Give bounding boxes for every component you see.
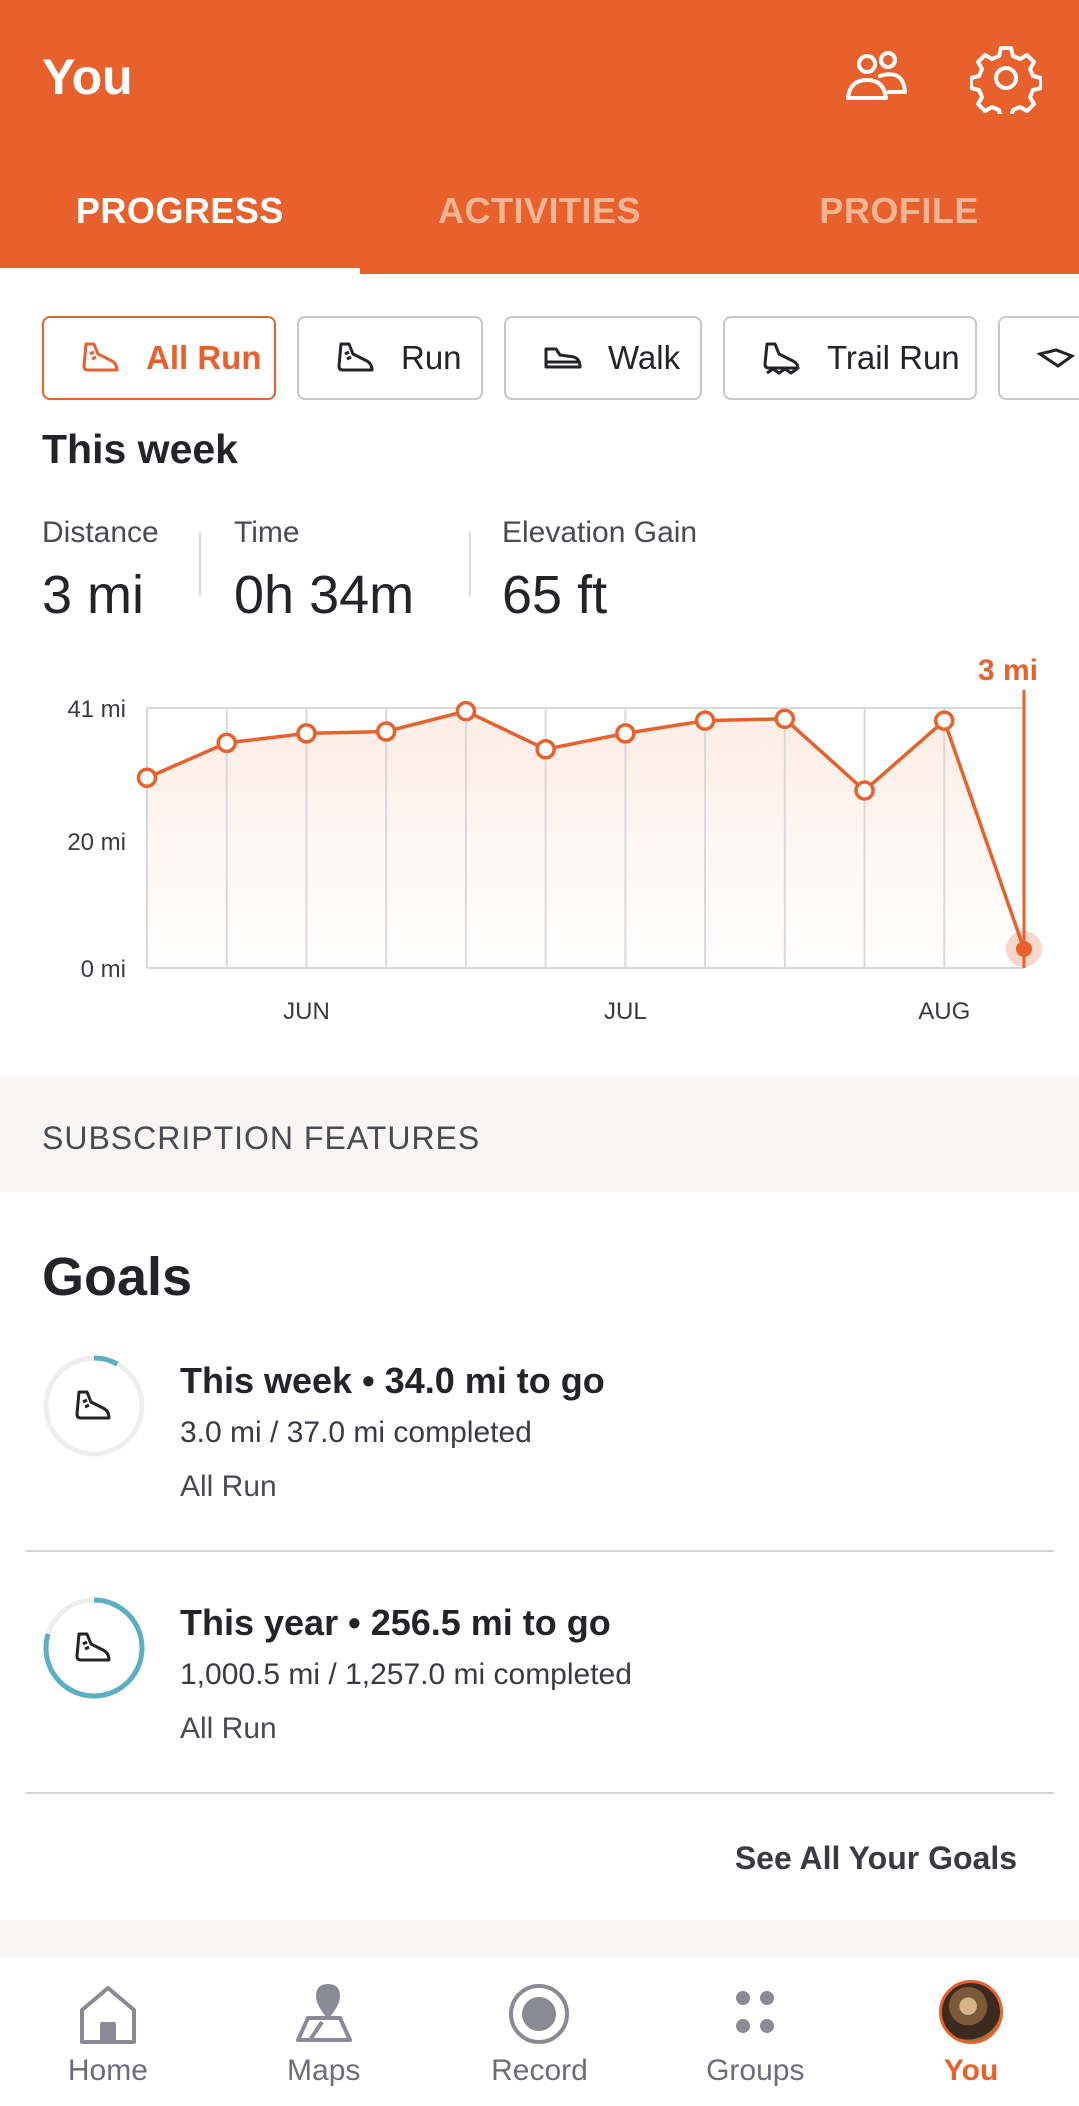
bottom-navigation: Home Maps Record Groups You (0, 1958, 1079, 2106)
nav-label: Record (491, 2054, 588, 2087)
chart-point (615, 723, 636, 744)
chip-label: Trail Run (827, 339, 960, 376)
see-all-goals-link[interactable]: See All Your Goals (735, 1840, 1017, 1877)
goal-headline: This week • 34.0 mi to go (180, 1360, 605, 1401)
chart-y-tick-label: 41 mi (67, 696, 126, 723)
avatar (939, 1980, 1004, 2044)
stat-value: 3 mi (42, 565, 145, 625)
goal-weekly[interactable]: This week • 34.0 mi to go 3.0 mi / 37.0 … (0, 1350, 1079, 1550)
chart-point (934, 710, 955, 731)
chip-more[interactable] (998, 316, 1079, 400)
chip-label: Walk (608, 339, 681, 376)
chart-point (455, 700, 477, 722)
nav-label: Maps (287, 2054, 361, 2087)
app-header: You PROGRESS ACTIVITIES PROFILE (0, 0, 1079, 274)
shoe-icon (82, 342, 119, 372)
chip-walk[interactable]: Walk (504, 316, 702, 400)
stat-divider (469, 532, 471, 596)
chart-area (147, 711, 1024, 968)
nav-record[interactable]: Record (432, 1958, 648, 2106)
nav-groups[interactable]: Groups (647, 1958, 863, 2106)
map-pin-icon (295, 1984, 352, 2042)
shoe-icon (75, 1390, 111, 1420)
divider (26, 1550, 1054, 1552)
chart-x-tick-label: JUL (604, 998, 647, 1025)
nav-label: Home (67, 2054, 148, 2087)
stat-label: Distance (42, 516, 159, 549)
home-icon (79, 1986, 136, 2044)
stat-label: Time (234, 516, 300, 549)
goal-sport: All Run (180, 1470, 277, 1503)
sport-filter-chips: All Run Run Walk Trail Run (0, 316, 1079, 400)
nav-home[interactable]: Home (0, 1958, 216, 2106)
goal-sport: All Run (180, 1712, 277, 1745)
chart-point (694, 710, 716, 731)
section-separator (0, 1920, 1079, 1958)
stat-label: Elevation Gain (502, 516, 698, 549)
shoe-icon (337, 342, 374, 372)
walking-shoe-icon (544, 347, 582, 369)
chip-label: Run (401, 339, 462, 376)
goal-progress-text: 1,000.5 mi / 1,257.0 mi completed (180, 1658, 632, 1691)
record-icon (509, 1984, 570, 2044)
chart-point (296, 723, 317, 744)
chip-run[interactable]: Run (297, 316, 483, 400)
goals-title: Goals (42, 1247, 193, 1307)
chip-label: All Run (146, 339, 262, 376)
subscription-features-label: SUBSCRIPTION FEATURES (42, 1120, 481, 1156)
nav-maps[interactable]: Maps (216, 1958, 432, 2106)
stat-time: Time 0h 34m (234, 516, 414, 626)
chip-all-run[interactable]: All Run (42, 316, 276, 400)
tab-profile[interactable]: PROFILE (719, 180, 1079, 274)
chart-y-tick-label: 0 mi (81, 956, 126, 983)
tab-activities[interactable]: ACTIVITIES (360, 180, 720, 274)
chip-trail-run[interactable]: Trail Run (723, 316, 977, 400)
nav-label: You (943, 2054, 999, 2087)
chart-point (854, 780, 875, 801)
goal-headline: This year • 256.5 mi to go (180, 1602, 611, 1643)
weekly-distance-chart[interactable]: 41 mi 20 mi 0 mi JUN JUL AUG 3 mi (0, 640, 1079, 1040)
goal-progress-ring (43, 1355, 145, 1457)
chart-current-value-label: 3 mi (978, 654, 1038, 687)
settings-gear-icon[interactable] (969, 42, 1043, 120)
chart-point (375, 721, 397, 742)
tab-progress[interactable]: PROGRESS (0, 180, 360, 274)
chart-point (535, 738, 556, 760)
divider (26, 1792, 1054, 1794)
goal-progress-text: 3.0 mi / 37.0 mi completed (180, 1416, 532, 1449)
goal-progress-ring (43, 1597, 145, 1699)
stat-distance: Distance 3 mi (42, 516, 159, 626)
hike-shoe-icon (1036, 348, 1076, 368)
find-friends-icon[interactable] (840, 42, 912, 114)
chart-point (216, 732, 237, 754)
chart-x-tick-label: AUG (918, 998, 970, 1025)
shoe-icon (75, 1632, 111, 1662)
page-title: You (42, 49, 133, 105)
stat-value: 0h 34m (234, 565, 415, 625)
tab-bar: PROGRESS ACTIVITIES PROFILE (0, 180, 1079, 274)
nav-label: Groups (706, 2054, 805, 2087)
nav-you[interactable]: You (863, 1958, 1079, 2106)
stat-value: 65 ft (502, 565, 608, 625)
chart-y-tick-label: 20 mi (67, 829, 126, 856)
stat-divider (199, 532, 201, 596)
chart-current-point (1016, 940, 1032, 957)
groups-icon (736, 1991, 775, 2033)
this-week-title: This week (42, 426, 238, 472)
chart-point (774, 708, 796, 730)
chart-point (136, 767, 158, 789)
stat-elevation: Elevation Gain 65 ft (502, 516, 697, 626)
trail-shoe-icon (763, 342, 800, 375)
chart-x-tick-label: JUN (283, 998, 330, 1025)
goal-yearly[interactable]: This year • 256.5 mi to go 1,000.5 mi / … (0, 1592, 1079, 1792)
